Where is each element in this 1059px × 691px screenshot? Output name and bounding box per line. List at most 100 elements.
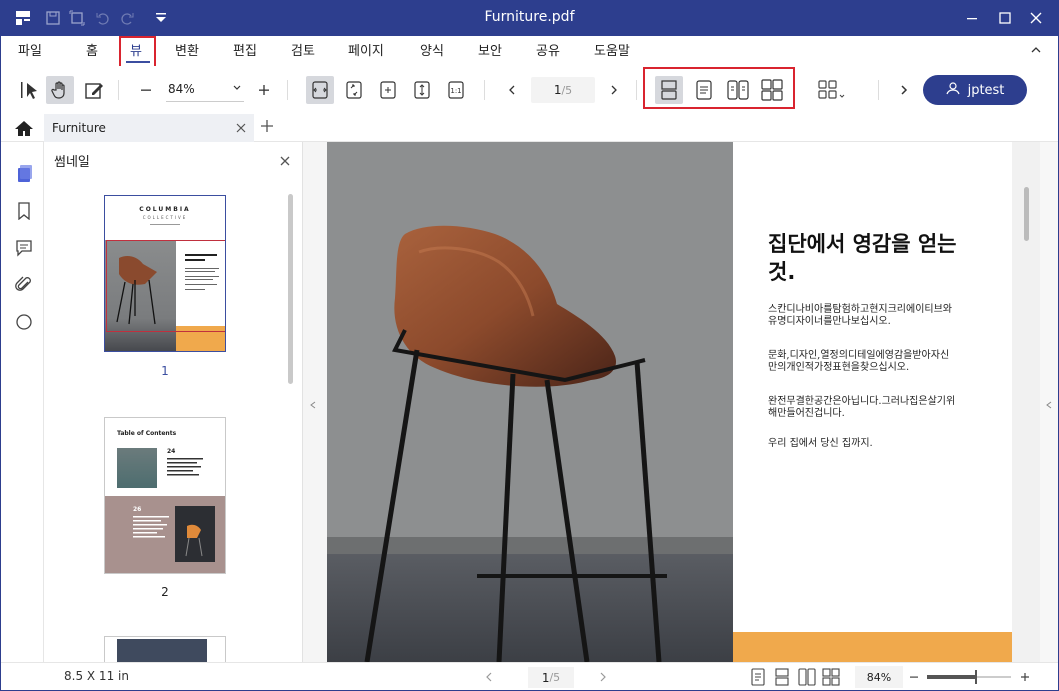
grid-view-dropdown-icon[interactable] <box>814 76 850 104</box>
collapse-ribbon-icon[interactable] <box>1030 44 1042 59</box>
page-current: 1 <box>553 83 562 97</box>
one-to-one-icon[interactable]: 1:1 <box>442 76 470 104</box>
svg-text:1:1: 1:1 <box>450 87 461 95</box>
thumb-rule <box>150 224 180 225</box>
view-menu-highlight <box>119 36 156 68</box>
select-tool-icon[interactable] <box>16 76 44 104</box>
toolbar-divider <box>878 80 879 100</box>
document-paragraph-4: 우리 집에서 당신 집까지. <box>768 438 873 449</box>
thumbnail-panel-icon[interactable] <box>14 164 34 184</box>
thumb-sofa-photo <box>117 448 157 488</box>
document-viewer[interactable]: 집단에서 영감을 얻는것. 스칸디나비아를탐험하고현지크리에이티브와유명디자이너… <box>327 142 1040 662</box>
tab-furniture[interactable]: Furniture <box>44 114 254 142</box>
thumb-chair-photo <box>175 506 215 562</box>
fit-height-icon[interactable] <box>408 76 436 104</box>
new-tab-icon[interactable] <box>260 119 274 136</box>
app-window: Furniture.pdf 파일 홈 뷰 변환 편집 검토 페이지 양식 보안 … <box>0 0 1059 691</box>
status-zoom-out-icon[interactable] <box>909 671 919 685</box>
page-total: /5 <box>561 83 573 97</box>
status-two-page-icon[interactable] <box>798 668 816 689</box>
menu-home[interactable]: 홈 <box>86 40 98 59</box>
status-two-page-scroll-icon[interactable] <box>822 668 840 689</box>
thumbnail-panel: 썸네일 COLUMBIA COLLECTIVE 1 Table of Conte… <box>44 142 303 662</box>
menu-help[interactable]: 도움말 <box>594 40 630 59</box>
thumbnail-page-1[interactable]: COLUMBIA COLLECTIVE <box>104 195 226 352</box>
zoom-in-icon[interactable] <box>250 76 278 104</box>
document-paragraph-3: 완전무결한공간은아닙니다.그러나집은살기위해만들어진겁니다. <box>768 396 956 419</box>
home-icon[interactable] <box>14 119 34 140</box>
menu-review[interactable]: 검토 <box>291 40 315 59</box>
attachment-icon[interactable] <box>14 275 34 295</box>
menu-page[interactable]: 페이지 <box>348 40 384 59</box>
menu-security[interactable]: 보안 <box>478 40 502 59</box>
status-page-total: /5 <box>549 671 561 684</box>
more-tools-icon[interactable] <box>890 76 918 104</box>
thumb-heading: Table of Contents <box>117 430 177 437</box>
zoom-slider-handle[interactable] <box>974 670 977 684</box>
bookmark-icon[interactable] <box>14 201 34 221</box>
zoom-select[interactable]: 84% <box>166 76 244 102</box>
document-scrollbar[interactable] <box>1024 187 1029 241</box>
toolbar-divider <box>118 80 119 100</box>
thumbnail-panel-title: 썸네일 <box>54 155 90 170</box>
thumbnail-number-1: 1 <box>161 364 169 378</box>
fit-page-view-icon[interactable] <box>340 76 368 104</box>
status-next-page-icon[interactable] <box>598 671 608 685</box>
thumb-num-a: 24 <box>167 448 176 455</box>
expand-right-panel-icon[interactable] <box>1045 398 1053 412</box>
status-prev-page-icon[interactable] <box>484 671 494 685</box>
user-name: jptest <box>967 82 1005 98</box>
document-accent-bar <box>733 632 1012 662</box>
status-scroll-page-icon[interactable] <box>774 668 790 689</box>
status-zoom-value[interactable]: 84% <box>855 666 903 688</box>
status-page-current: 1 <box>541 670 550 685</box>
hand-tool-icon[interactable] <box>46 76 74 104</box>
status-page-input[interactable]: 1 /5 <box>528 667 574 688</box>
fit-width-icon[interactable] <box>306 76 334 104</box>
menu-file[interactable]: 파일 <box>18 40 42 59</box>
status-zoom-in-icon[interactable] <box>1020 671 1030 685</box>
document-headline: 집단에서 영감을 얻는것. <box>768 232 957 284</box>
comment-icon[interactable] <box>14 238 34 258</box>
thumbnail-number-2: 2 <box>161 585 169 599</box>
toolbar-divider <box>287 80 288 100</box>
close-tab-icon[interactable] <box>236 122 246 136</box>
menu-share[interactable]: 공유 <box>536 40 560 59</box>
user-account-button[interactable]: jptest <box>923 75 1027 105</box>
menu-bar: 파일 홈 뷰 변환 편집 검토 페이지 양식 보안 공유 도움말 <box>0 36 1059 66</box>
thumb-visible-area <box>106 240 225 332</box>
prev-page-icon[interactable] <box>498 76 526 104</box>
minimize-button[interactable] <box>960 6 984 30</box>
document-paragraph-2: 문화,디자인,열정의디테일에영감을받아자신만의개인적가정표현을찾으십시오. <box>768 350 950 373</box>
thumbnail-scrollbar[interactable] <box>288 194 293 384</box>
page-size-label: 8.5 X 11 in <box>64 669 129 683</box>
toolbar-divider <box>484 80 485 100</box>
left-rail <box>0 142 44 662</box>
menu-convert[interactable]: 변환 <box>175 40 199 59</box>
thumb-lines-b <box>133 516 173 559</box>
chair-photo <box>327 142 733 662</box>
thumbnail-page-2[interactable]: Table of Contents 24 26 <box>104 417 226 574</box>
menu-edit[interactable]: 편집 <box>233 40 257 59</box>
thumbnail-page-3[interactable] <box>104 636 226 662</box>
collapse-panel-icon[interactable] <box>309 398 317 412</box>
status-single-page-icon[interactable] <box>750 668 766 689</box>
pdf-page: 집단에서 영감을 얻는것. 스칸디나비아를탐험하고현지크리에이티브와유명디자이너… <box>327 142 1012 662</box>
close-panel-icon[interactable] <box>280 155 290 169</box>
page-layout-highlight <box>643 67 795 109</box>
edit-tool-icon[interactable] <box>80 76 108 104</box>
search-icon[interactable] <box>14 312 34 332</box>
panel-splitter[interactable] <box>303 142 327 662</box>
thumb-num-b: 26 <box>133 506 142 513</box>
zoom-value: 84% <box>168 81 195 96</box>
zoom-out-icon[interactable] <box>132 76 160 104</box>
chevron-down-icon <box>232 82 242 96</box>
title-bar: Furniture.pdf <box>0 0 1059 36</box>
zoom-slider-fill <box>927 675 976 679</box>
maximize-button[interactable] <box>993 6 1017 30</box>
menu-form[interactable]: 양식 <box>420 40 444 59</box>
actual-size-icon[interactable] <box>374 76 402 104</box>
next-page-icon[interactable] <box>600 76 628 104</box>
page-number-input[interactable]: 1 /5 <box>531 77 595 103</box>
close-button[interactable] <box>1024 6 1048 30</box>
